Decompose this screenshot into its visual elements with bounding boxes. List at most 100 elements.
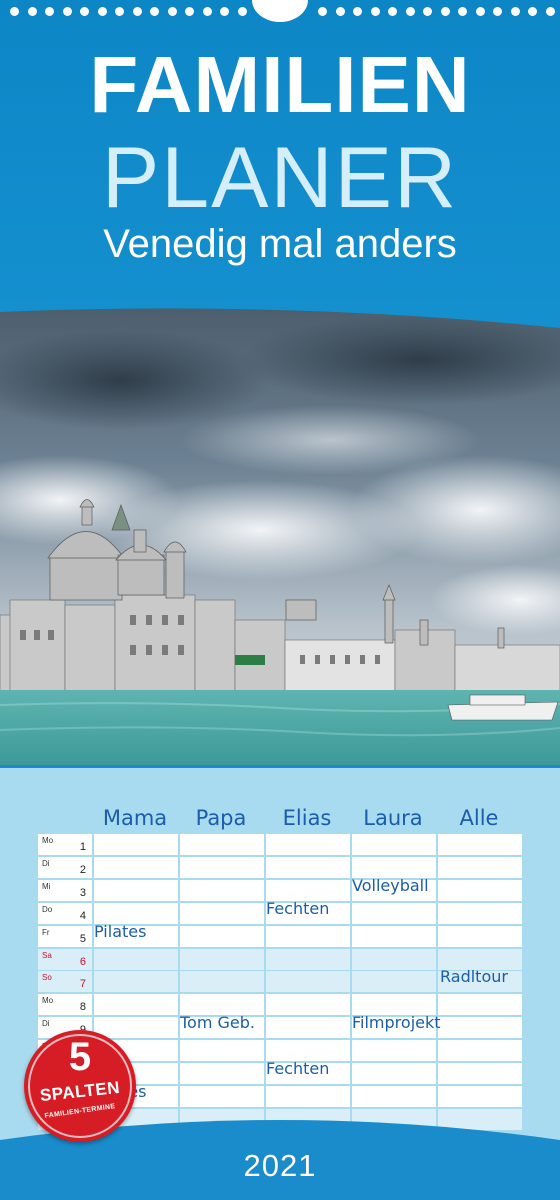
planner-cell bbox=[266, 925, 350, 947]
planner-cell bbox=[94, 971, 178, 993]
column-header: Alle bbox=[459, 806, 499, 830]
binding-hole bbox=[475, 7, 485, 16]
calendar-row: Sa 6 bbox=[38, 948, 522, 970]
planner-cell bbox=[180, 856, 264, 878]
day-cell: Mi 3 bbox=[38, 879, 92, 901]
day-cell: Mo 1 bbox=[38, 834, 92, 855]
planner-cell bbox=[180, 834, 264, 855]
planner-cell bbox=[180, 1085, 264, 1107]
subtitle: Venedig mal anders bbox=[103, 222, 457, 266]
day-cell: So 7 bbox=[38, 971, 92, 993]
binding-hole bbox=[45, 7, 54, 16]
calendar-entry: Radltour bbox=[440, 967, 508, 987]
column-header: Mama bbox=[102, 806, 168, 830]
planner-cell bbox=[266, 834, 350, 855]
calendar-row: Mo 1 bbox=[38, 834, 522, 855]
planner-cell bbox=[438, 834, 522, 855]
weekday-label: Fr bbox=[42, 927, 50, 937]
planner-cell bbox=[266, 971, 350, 993]
planner-cell bbox=[352, 1063, 436, 1084]
binding-hole bbox=[545, 7, 555, 16]
planner-cell bbox=[266, 1017, 350, 1039]
binding-hole bbox=[353, 7, 362, 16]
planner-cell bbox=[438, 948, 522, 970]
planner-cell bbox=[438, 1040, 522, 1062]
day-cell: Di 2 bbox=[38, 856, 92, 878]
binding-hole bbox=[132, 7, 142, 16]
binding-hole bbox=[458, 7, 467, 16]
binding-hole bbox=[493, 7, 502, 16]
planner-cell bbox=[352, 948, 436, 970]
planner-cell bbox=[438, 994, 522, 1016]
day-number: 5 bbox=[79, 932, 86, 945]
planner-cell bbox=[352, 856, 436, 878]
binding-hole bbox=[10, 7, 19, 16]
binding-hole bbox=[150, 7, 159, 16]
binding-hole bbox=[237, 7, 247, 16]
binding-hole bbox=[202, 7, 212, 16]
weekday-label: Mi bbox=[42, 881, 51, 891]
planner-cell bbox=[94, 994, 178, 1016]
weekday-label: Di bbox=[42, 1019, 50, 1029]
weekday-label: Sa bbox=[42, 950, 52, 960]
calendar-row: Di 2 bbox=[38, 856, 522, 878]
binding-hole bbox=[80, 7, 89, 16]
planner-cell bbox=[438, 1085, 522, 1107]
day-number: 3 bbox=[79, 886, 86, 899]
year-label: 2021 bbox=[243, 1148, 317, 1183]
day-cell: Mo 8 bbox=[38, 994, 92, 1016]
planner-cell bbox=[438, 856, 522, 878]
planner-cell bbox=[438, 1063, 522, 1084]
binding-hole bbox=[185, 7, 194, 16]
planner-cell bbox=[266, 1040, 350, 1062]
planner-cell bbox=[180, 1040, 264, 1062]
planner-cell bbox=[180, 1063, 264, 1084]
weekday-label: So bbox=[42, 973, 52, 983]
column-header: Elias bbox=[282, 806, 332, 830]
binding-hole bbox=[510, 7, 520, 16]
planner-cell bbox=[180, 925, 264, 947]
planner-cell bbox=[352, 994, 436, 1016]
calendar-entry: Volleyball bbox=[352, 875, 429, 895]
weekday-label: Mo bbox=[42, 996, 54, 1006]
binding-hole bbox=[335, 7, 345, 16]
binding-hole bbox=[318, 7, 327, 16]
day-number: 2 bbox=[79, 863, 86, 876]
planner-cell bbox=[266, 948, 350, 970]
calendar-entry: Pilates bbox=[94, 921, 147, 941]
day-cell: Fr 5 bbox=[38, 925, 92, 947]
planner-cell bbox=[352, 925, 436, 947]
calendar-row: Mi 3 bbox=[38, 879, 522, 901]
weekday-label: Do bbox=[42, 904, 53, 914]
planner-cell bbox=[94, 902, 178, 924]
calendar-page: FAMILIEN PLANER Venedig mal anders Mama … bbox=[0, 0, 560, 1200]
spalten-badge: 5 SPALTEN FAMILIEN-TERMINE bbox=[24, 1030, 136, 1142]
planner-cell bbox=[438, 879, 522, 901]
planner-cell bbox=[180, 994, 264, 1016]
day-number: 6 bbox=[79, 955, 86, 968]
title-familien: FAMILIEN bbox=[89, 40, 471, 129]
planner-cell bbox=[352, 1040, 436, 1062]
planner-cell bbox=[438, 1017, 522, 1039]
calendar-entry: Fechten bbox=[266, 1059, 330, 1078]
weekday-label: Di bbox=[42, 858, 50, 868]
badge-number: 5 bbox=[68, 1035, 92, 1079]
planner-cell bbox=[266, 1085, 350, 1107]
planner-cell bbox=[266, 879, 350, 901]
calendar-row: Mo 8 bbox=[38, 994, 522, 1016]
binding-hole bbox=[405, 7, 415, 16]
calendar-entry: Fechten bbox=[266, 898, 330, 918]
binding-hole bbox=[370, 7, 380, 16]
day-cell: Sa 6 bbox=[38, 948, 92, 970]
day-number: 4 bbox=[79, 909, 86, 922]
planner-cell bbox=[438, 925, 522, 947]
planner-cell bbox=[94, 879, 178, 901]
planner-cell bbox=[352, 971, 436, 993]
planner-cell bbox=[180, 971, 264, 993]
binding-hole bbox=[423, 7, 432, 16]
binding-hole bbox=[528, 7, 537, 16]
planner-cell bbox=[180, 948, 264, 970]
column-header: Papa bbox=[195, 806, 247, 830]
weekday-label: Mo bbox=[42, 836, 54, 845]
day-number: 7 bbox=[79, 978, 86, 991]
